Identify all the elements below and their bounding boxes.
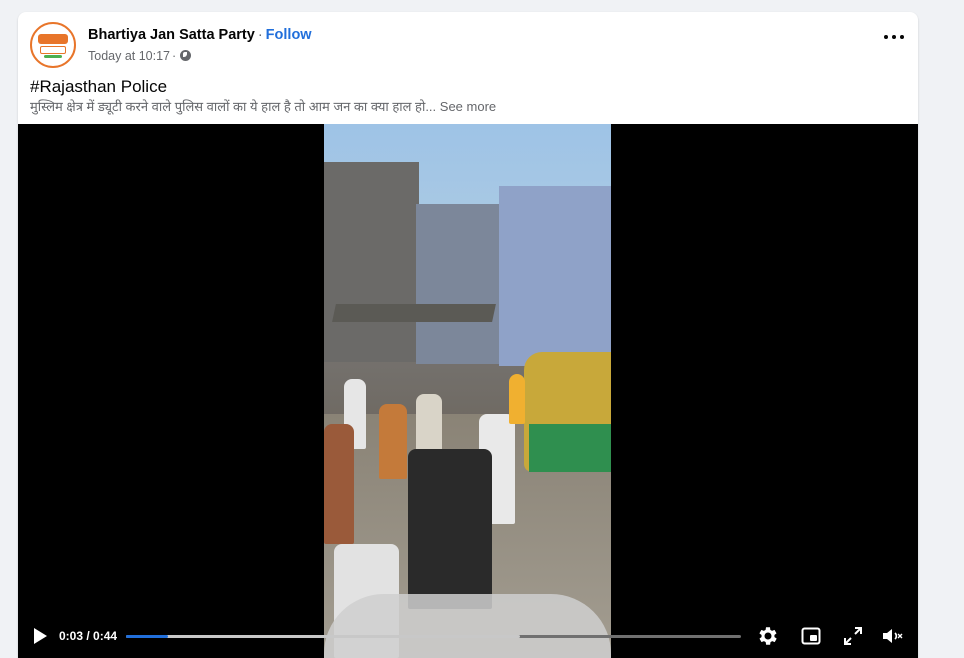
post-timestamp[interactable]: Today at 10:17 bbox=[88, 47, 170, 65]
globe-icon[interactable] bbox=[180, 50, 192, 61]
page-avatar[interactable] bbox=[30, 22, 76, 68]
fullscreen-icon[interactable] bbox=[841, 624, 865, 648]
post-meta: Bhartiya Jan Satta Party · Follow Today at… bbox=[88, 26, 312, 65]
name-row: Bhartiya Jan Satta Party · Follow bbox=[88, 26, 312, 44]
video-time-display: 0:03 / 0:44 bbox=[59, 629, 118, 643]
video-frame[interactable] bbox=[324, 124, 611, 658]
name-separator: · bbox=[257, 26, 263, 43]
progress-buffered bbox=[126, 635, 520, 638]
time-row: Today at 10:17 · bbox=[88, 47, 312, 65]
see-more-link[interactable]: See more bbox=[440, 99, 496, 114]
post-body: मुस्लिम क्षेत्र में ड्यूटी करने वाले पुल… bbox=[30, 99, 437, 114]
more-options-icon[interactable] bbox=[884, 30, 904, 44]
post-title[interactable]: #Rajasthan Police bbox=[30, 76, 167, 98]
video-controls: 0:03 / 0:44 bbox=[18, 614, 918, 658]
picture-in-picture-icon[interactable] bbox=[799, 624, 823, 648]
page-name-link[interactable]: Bhartiya Jan Satta Party bbox=[88, 27, 255, 43]
progress-bar[interactable] bbox=[126, 635, 741, 638]
muted-speaker-icon[interactable] bbox=[880, 624, 904, 648]
current-time: 0:03 bbox=[59, 629, 84, 643]
progress-played bbox=[126, 635, 168, 638]
follow-button[interactable]: Follow bbox=[266, 27, 312, 43]
gear-icon[interactable] bbox=[756, 624, 780, 648]
duration: 0:44 bbox=[93, 629, 118, 643]
post-header: Bhartiya Jan Satta Party · Follow Today at… bbox=[30, 22, 312, 68]
play-icon[interactable] bbox=[34, 628, 47, 644]
post-card: Bhartiya Jan Satta Party · Follow Today at… bbox=[18, 12, 918, 658]
video-player[interactable]: 0:03 / 0:44 bbox=[18, 124, 918, 658]
post-text: मुस्लिम क्षेत्र में ड्यूटी करने वाले पुल… bbox=[30, 98, 496, 116]
time-separator: · bbox=[172, 48, 177, 63]
